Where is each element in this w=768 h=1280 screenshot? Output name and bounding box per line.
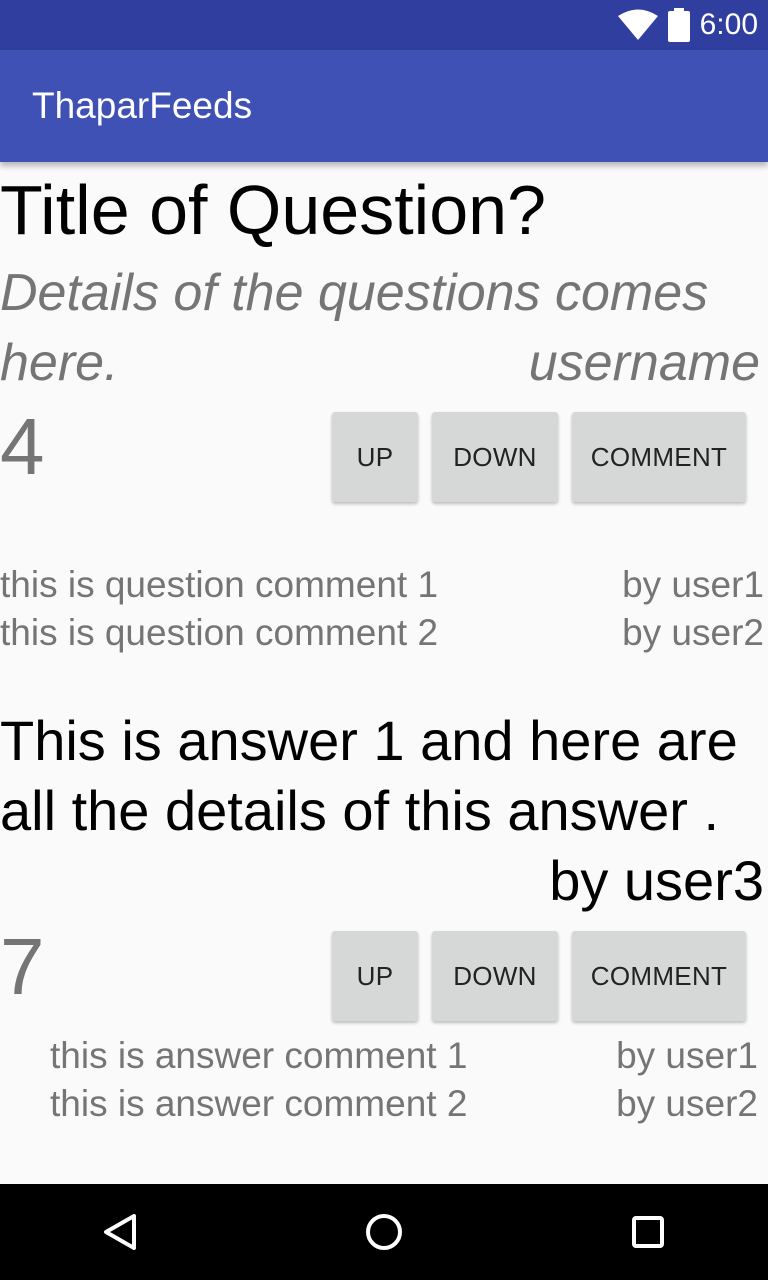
question-comment-text: this is question comment 1 xyxy=(0,564,439,605)
home-icon[interactable] xyxy=(364,1212,404,1252)
status-icons: 6:00 xyxy=(617,8,758,42)
status-clock: 6:00 xyxy=(699,8,758,41)
app-bar: ThaparFeeds xyxy=(0,50,768,162)
answer-comment-author: by user2 xyxy=(616,1083,758,1124)
question-comment-author: by user1 xyxy=(622,564,764,605)
answer-score: 7 xyxy=(0,922,45,1011)
answer-comment-text: this is answer comment 1 xyxy=(50,1035,468,1076)
answer-comment-text: this is answer comment 2 xyxy=(50,1083,468,1124)
question-score: 4 xyxy=(0,402,45,491)
navigation-bar xyxy=(0,1184,768,1280)
content: Title of Question? Details of the questi… xyxy=(0,162,768,1184)
answer-down-button[interactable]: DOWN xyxy=(432,931,558,1021)
screen: 6:00 ThaparFeeds Title of Question? Deta… xyxy=(0,0,768,1280)
answer-author: by user3 xyxy=(549,849,764,912)
app-title: ThaparFeeds xyxy=(32,85,253,126)
back-icon[interactable] xyxy=(100,1212,140,1252)
question-comment-button[interactable]: COMMENT xyxy=(572,412,746,502)
question-username: username xyxy=(528,334,760,392)
question-comment-author: by user2 xyxy=(622,612,764,653)
answer-text: This is answer 1 and here are all the de… xyxy=(0,709,738,842)
battery-icon xyxy=(667,8,690,42)
question-title: Title of Question? xyxy=(0,171,547,249)
answer-comment-button[interactable]: COMMENT xyxy=(572,931,746,1021)
answer-up-button[interactable]: UP xyxy=(332,931,418,1021)
answer-comment-author: by user1 xyxy=(616,1035,758,1076)
wifi-icon xyxy=(617,9,658,41)
recents-icon[interactable] xyxy=(628,1212,668,1252)
question-comment-text: this is question comment 2 xyxy=(0,612,439,653)
question-down-button[interactable]: DOWN xyxy=(432,412,558,502)
question-up-button[interactable]: UP xyxy=(332,412,418,502)
status-bar: 6:00 xyxy=(0,0,768,50)
